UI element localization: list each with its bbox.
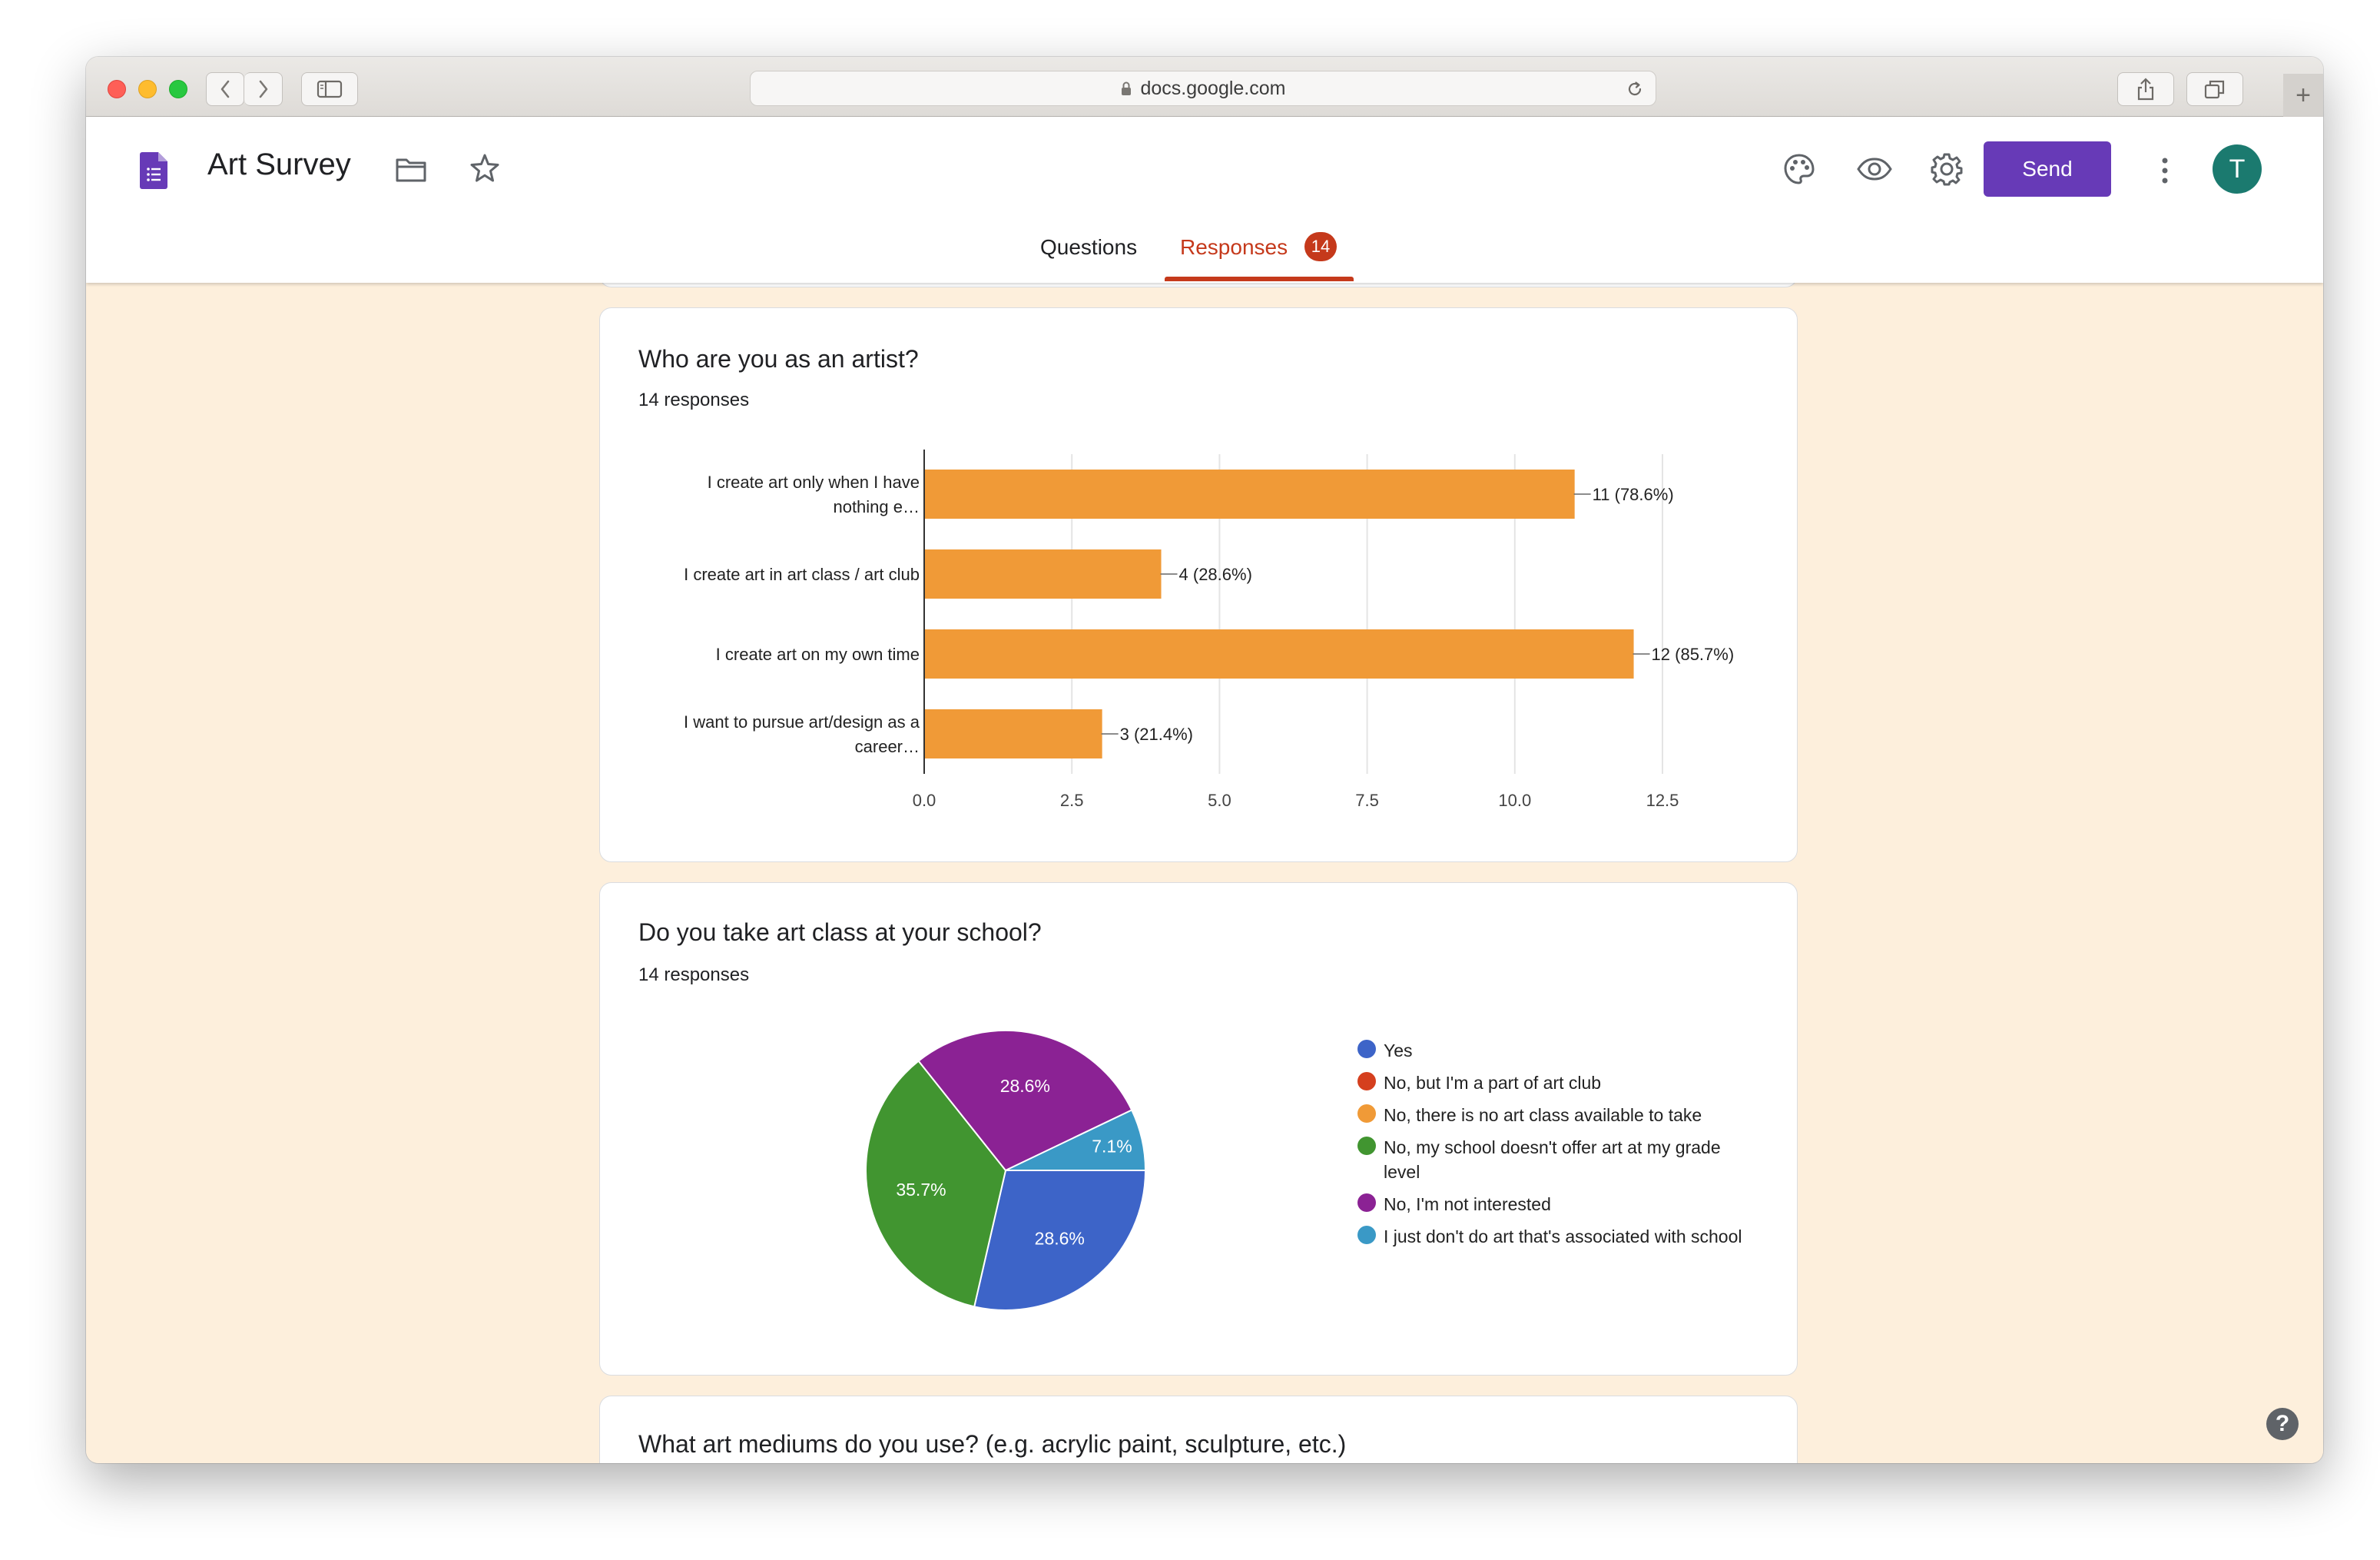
legend-item: No, I'm not interested [1357, 1192, 1757, 1216]
legend-swatch [1357, 1137, 1376, 1155]
sidebar-toggle-button[interactable] [301, 72, 358, 106]
legend-item: No, my school doesn't offer art at my gr… [1357, 1135, 1757, 1184]
responses-count-badge: 14 [1304, 232, 1337, 261]
legend-swatch [1357, 1072, 1376, 1090]
bar [925, 629, 1634, 679]
question-title: What art mediums do you use? (e.g. acryl… [638, 1430, 1347, 1458]
legend-swatch [1357, 1193, 1376, 1212]
bar [925, 549, 1162, 599]
browser-toolbar: docs.google.com + [86, 57, 2323, 117]
form-title[interactable]: Art Survey [207, 148, 351, 182]
tabs-icon [2204, 80, 2225, 99]
settings-gear-icon[interactable] [1930, 152, 1964, 186]
active-tab-indicator [1165, 277, 1354, 281]
legend-swatch [1357, 1226, 1376, 1244]
url-text: docs.google.com [1140, 77, 1286, 99]
legend-label: No, but I'm a part of art club [1384, 1073, 1602, 1093]
question-title: Who are you as an artist? [638, 345, 919, 373]
x-tick-label: 0.0 [913, 791, 936, 810]
legend-swatch [1357, 1104, 1376, 1123]
category-label: career… [855, 737, 920, 756]
legend-label: Yes [1384, 1041, 1413, 1060]
palette-icon[interactable] [1782, 152, 1816, 186]
forms-header: Art Survey Send T Questions Responses 14 [86, 117, 2323, 283]
pie-legend: Yes No, but I'm a part of art club No, the… [1357, 1038, 1757, 1256]
browser-window: docs.google.com + Art Survey Send T Ques… [86, 57, 2323, 1463]
tab-overview-button[interactable] [2186, 72, 2243, 106]
send-button[interactable]: Send [1984, 141, 2111, 197]
question-card-artist: Who are you as an artist? 14 responses 0… [599, 307, 1798, 862]
pie-slice-label: 28.6% [1000, 1076, 1050, 1096]
pie-chart: 28.6% 35.7% 28.6% 7.1% [865, 1030, 1147, 1311]
legend-item: No, there is no art class available to t… [1357, 1103, 1757, 1127]
x-tick-label: 10.0 [1498, 791, 1531, 810]
legend-label: No, my school doesn't offer art at my gr… [1384, 1137, 1721, 1182]
data-label: 3 (21.4%) [1120, 725, 1193, 744]
minimize-window-button[interactable] [138, 80, 157, 98]
close-window-button[interactable] [108, 80, 126, 98]
share-icon [2137, 78, 2154, 101]
bar [925, 709, 1102, 758]
question-card-mediums: What art mediums do you use? (e.g. acryl… [599, 1396, 1798, 1463]
question-title: Do you take art class at your school? [638, 918, 1042, 946]
google-forms-logo-icon[interactable] [140, 152, 167, 189]
previous-question-card [599, 283, 1798, 287]
data-label: 12 (85.7%) [1652, 645, 1735, 664]
chevron-right-icon [259, 80, 267, 98]
response-count: 14 responses [638, 964, 750, 985]
lock-icon [1122, 81, 1132, 95]
bar [925, 470, 1575, 519]
category-label: nothing e… [833, 497, 920, 516]
bar-chart: 0.0 2.5 5.0 7.5 10.0 12.5 11 (78.6%) I create a… [684, 450, 1735, 810]
legend-item: Yes [1357, 1038, 1757, 1063]
category-label: I create art on my own time [716, 645, 920, 664]
category-label: I create art in art class / art club [684, 565, 920, 584]
pie-slice-label: 28.6% [1035, 1228, 1085, 1248]
legend-label: I just don't do art that's associated wi… [1384, 1226, 1742, 1246]
back-button[interactable] [206, 72, 244, 106]
star-icon[interactable] [469, 152, 501, 184]
plus-icon: + [2295, 80, 2311, 110]
new-tab-button[interactable]: + [2283, 74, 2323, 117]
avatar[interactable]: T [2213, 144, 2262, 194]
address-bar[interactable]: docs.google.com [750, 71, 1656, 106]
chevron-left-icon [220, 80, 230, 98]
tab-questions[interactable]: Questions [1040, 235, 1137, 260]
response-count: 14 responses [638, 390, 750, 410]
forward-button[interactable] [244, 72, 283, 106]
legend-item: No, but I'm a part of art club [1357, 1070, 1757, 1095]
legend-label: No, there is no art class available to t… [1384, 1105, 1702, 1125]
folder-icon[interactable] [395, 157, 427, 183]
share-button[interactable] [2117, 72, 2174, 106]
data-label: 11 (78.6%) [1593, 485, 1674, 504]
pie-slice-label: 7.1% [1092, 1137, 1132, 1157]
question-card-art-class: Do you take art class at your school? 14… [599, 882, 1798, 1376]
reload-icon[interactable] [1625, 79, 1645, 99]
responses-content[interactable]: Who are you as an artist? 14 responses 0… [86, 283, 2323, 1463]
x-tick-label: 7.5 [1355, 791, 1379, 810]
category-label: I create art only when I have [708, 473, 920, 492]
tab-responses[interactable]: Responses [1180, 235, 1288, 260]
sidebar-icon [317, 80, 343, 98]
x-tick-label: 12.5 [1646, 791, 1679, 810]
category-label: I want to pursue art/design as a [684, 712, 920, 732]
preview-eye-icon[interactable] [1856, 157, 1893, 181]
x-tick-label: 5.0 [1208, 791, 1231, 810]
zoom-window-button[interactable] [169, 80, 187, 98]
help-button[interactable]: ? [2266, 1408, 2299, 1440]
more-options-icon[interactable] [2160, 157, 2170, 184]
data-label: 4 (28.6%) [1179, 565, 1252, 584]
legend-label: No, I'm not interested [1384, 1194, 1551, 1214]
pie-slice-label: 35.7% [896, 1180, 946, 1200]
x-tick-label: 2.5 [1060, 791, 1084, 810]
legend-item: I just don't do art that's associated wi… [1357, 1224, 1757, 1249]
legend-swatch [1357, 1040, 1376, 1058]
